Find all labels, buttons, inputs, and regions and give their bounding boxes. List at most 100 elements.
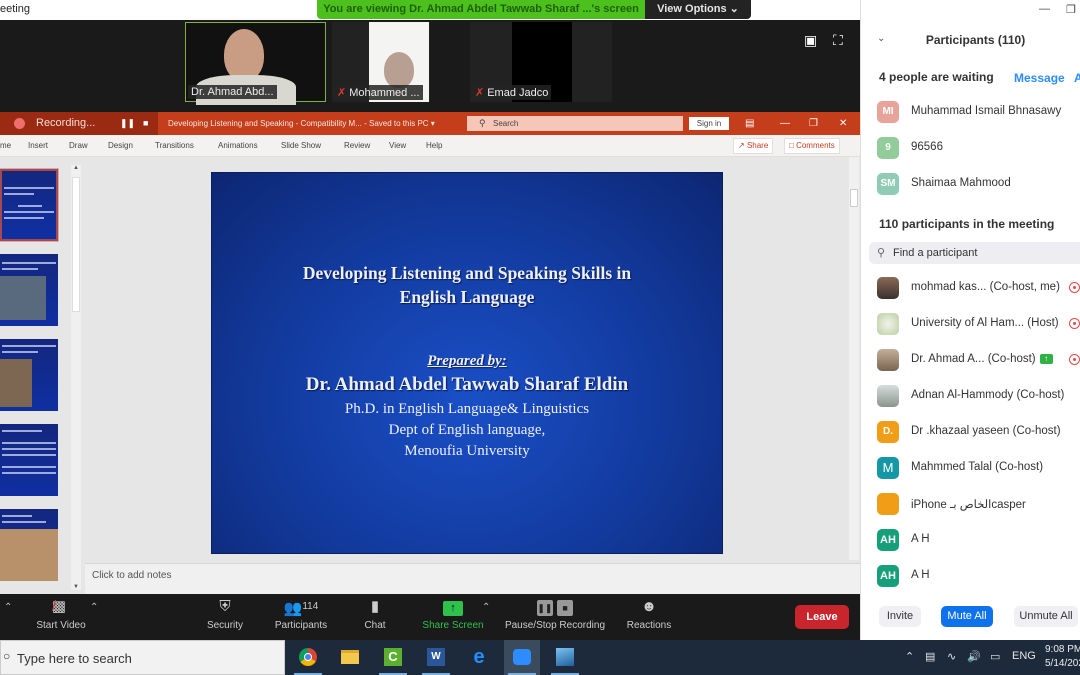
waiting-participant[interactable]: 9 96566 xyxy=(877,137,1080,161)
video-options-caret[interactable]: ⌃ xyxy=(90,602,98,613)
close-icon[interactable]: ✕ xyxy=(839,112,847,135)
tab-transitions[interactable]: Transitions xyxy=(155,141,194,150)
slide-thumbnail[interactable] xyxy=(0,424,58,496)
participant-row[interactable]: iPhone الخاص بـcasper xyxy=(877,493,1080,517)
avatar: AH xyxy=(877,565,899,587)
edge-icon[interactable]: e xyxy=(461,640,497,675)
file-explorer-icon[interactable] xyxy=(332,640,368,675)
fullscreen-icon[interactable]: ⛶ xyxy=(833,32,843,49)
slide-thumbnail[interactable] xyxy=(0,339,58,411)
battery-icon[interactable]: ▭ xyxy=(990,650,1000,663)
scroll-up-icon[interactable]: ▲ xyxy=(71,165,81,171)
participant-row[interactable]: mohmad kas... (Co-host, me) xyxy=(877,277,1080,301)
ppt-search-input[interactable]: ⚲ Search xyxy=(467,116,683,131)
show-hidden-icons[interactable]: ⌃ xyxy=(905,650,914,663)
slide-thumbnail[interactable] xyxy=(0,509,58,581)
tab-home[interactable]: me xyxy=(0,141,11,150)
mic-muted-icon: ✗ xyxy=(337,87,347,99)
volume-icon[interactable]: 🔊 xyxy=(967,650,981,663)
participants-panel: — ❐ ⌄ Participants (110) 4 people are wa… xyxy=(860,0,1080,640)
scrollbar-handle[interactable] xyxy=(850,189,858,207)
audio-options-caret[interactable]: ⌃ xyxy=(4,602,12,613)
pause-icon[interactable]: ❚❚ xyxy=(120,112,135,135)
notification-app-icon[interactable]: ▤ xyxy=(925,650,935,663)
invite-button[interactable]: Invite xyxy=(879,606,921,627)
chrome-icon[interactable] xyxy=(290,640,326,675)
photos-icon[interactable] xyxy=(547,640,583,675)
scrollbar-handle[interactable] xyxy=(72,177,80,312)
minimize-icon[interactable]: — xyxy=(1039,3,1050,15)
participant-face xyxy=(384,52,414,88)
tab-draw[interactable]: Draw xyxy=(69,141,88,150)
scroll-down-icon[interactable]: ▼ xyxy=(71,584,81,590)
participant-name: mohmad kas... (Co-host, me) xyxy=(911,281,1060,293)
participants-button[interactable]: 👥114 Participants xyxy=(270,594,332,640)
language-indicator[interactable]: ENG xyxy=(1012,650,1036,662)
participant-name: iPhone الخاص بـcasper xyxy=(911,499,1026,511)
admit-all-link[interactable]: A xyxy=(1074,71,1080,85)
tab-slide-show[interactable]: Slide Show xyxy=(281,141,321,150)
unmute-all-button[interactable]: Unmute All xyxy=(1014,606,1078,627)
participant-row[interactable]: AH A H xyxy=(877,565,1080,589)
tab-animations[interactable]: Animations xyxy=(218,141,258,150)
participant-row[interactable]: D. Dr .khazaal yaseen (Co-host) xyxy=(877,421,1080,445)
slide-scrollbar[interactable] xyxy=(849,157,859,560)
camtasia-icon[interactable]: C xyxy=(375,640,411,675)
message-waiting-link[interactable]: Message xyxy=(1014,71,1065,85)
tab-help[interactable]: Help xyxy=(426,141,442,150)
clock[interactable]: 9:08 PM 5/14/202 xyxy=(1045,643,1080,671)
word-icon[interactable]: W xyxy=(418,640,454,675)
share-screen-button[interactable]: ↑ Share Screen xyxy=(420,594,486,640)
avatar-photo xyxy=(877,385,899,407)
video-tile[interactable]: Dr. Ahmad Abd... xyxy=(185,22,326,105)
search-icon: ⚲ xyxy=(877,247,886,259)
view-options-button[interactable]: View Options ⌄ xyxy=(645,0,751,19)
participant-row[interactable]: University of Al Ham... (Host) xyxy=(877,313,1080,337)
tab-view[interactable]: View xyxy=(389,141,406,150)
pause-stop-recording-button[interactable]: ❚❚ ■ Pause/Stop Recording xyxy=(502,594,608,640)
waiting-room-text: 4 people are waiting xyxy=(879,70,994,84)
minimize-icon[interactable]: — xyxy=(780,112,790,135)
notes-pane[interactable]: Click to add notes xyxy=(85,563,860,594)
security-button[interactable]: ⛨ Security xyxy=(200,594,250,640)
zoom-icon[interactable] xyxy=(504,640,540,675)
waiting-participant[interactable]: MI Muhammad Ismail Bhnasawy xyxy=(877,101,1080,125)
video-tile[interactable]: ✗ Mohammed ... xyxy=(332,22,430,102)
chat-button[interactable]: ▮ Chat xyxy=(355,594,395,640)
video-strip: Dr. Ahmad Abd... ✗ Mohammed ... ✗ Emad Jad… xyxy=(0,20,860,112)
comment-icon: □ xyxy=(789,141,794,150)
start-video-button[interactable]: ▩/ Start Video xyxy=(30,594,92,640)
comments-button[interactable]: □ Comments xyxy=(784,138,840,154)
taskbar-search-input[interactable]: ○ Type here to search xyxy=(0,640,285,675)
thumbnail-scrollbar[interactable]: ▲ ▼ xyxy=(71,165,81,590)
participant-row[interactable]: Adnan Al-Hammody (Co-host) xyxy=(877,385,1080,409)
view-options-label: View Options xyxy=(657,3,727,15)
participant-row[interactable]: AH A H xyxy=(877,529,1080,553)
share-button[interactable]: ↗ Share xyxy=(733,138,774,154)
participant-row[interactable]: M Mahmmed Talal (Co-host) xyxy=(877,457,1080,481)
leave-button[interactable]: Leave xyxy=(795,605,849,629)
avatar-photo xyxy=(877,349,899,371)
popout-icon[interactable]: ❐ xyxy=(1066,3,1076,16)
wifi-icon[interactable]: ∿ xyxy=(947,650,956,663)
slide-thumbnail[interactable] xyxy=(0,168,59,242)
ribbon-display-icon[interactable]: ▤ xyxy=(745,112,754,135)
participant-row[interactable]: Dr. Ahmad A... (Co-host) ↑ xyxy=(877,349,1080,373)
video-tile[interactable]: ✗ Emad Jadco xyxy=(470,22,612,102)
tab-review[interactable]: Review xyxy=(344,141,370,150)
mute-all-button[interactable]: Mute All xyxy=(941,606,993,627)
waiting-participant[interactable]: SM Shaimaa Mahmood xyxy=(877,173,1080,197)
speaker-view-icon[interactable]: ▣ xyxy=(804,32,817,49)
reactions-button[interactable]: ☻ Reactions xyxy=(624,594,674,640)
slide-thumbnail[interactable] xyxy=(0,254,58,326)
tab-design[interactable]: Design xyxy=(108,141,133,150)
tab-insert[interactable]: Insert xyxy=(28,141,48,150)
current-slide[interactable]: Developing Listening and Speaking Skills… xyxy=(211,172,723,554)
slide-thumbnails: ▲ ▼ xyxy=(0,157,82,594)
share-options-caret[interactable]: ⌃ xyxy=(482,602,490,613)
participant-video xyxy=(224,29,264,81)
restore-icon[interactable]: ❐ xyxy=(809,112,818,135)
find-participant-input[interactable]: ⚲ Find a participant xyxy=(869,242,1080,264)
sign-in-button[interactable]: Sign in xyxy=(689,117,729,130)
stop-icon[interactable]: ■ xyxy=(143,112,148,135)
